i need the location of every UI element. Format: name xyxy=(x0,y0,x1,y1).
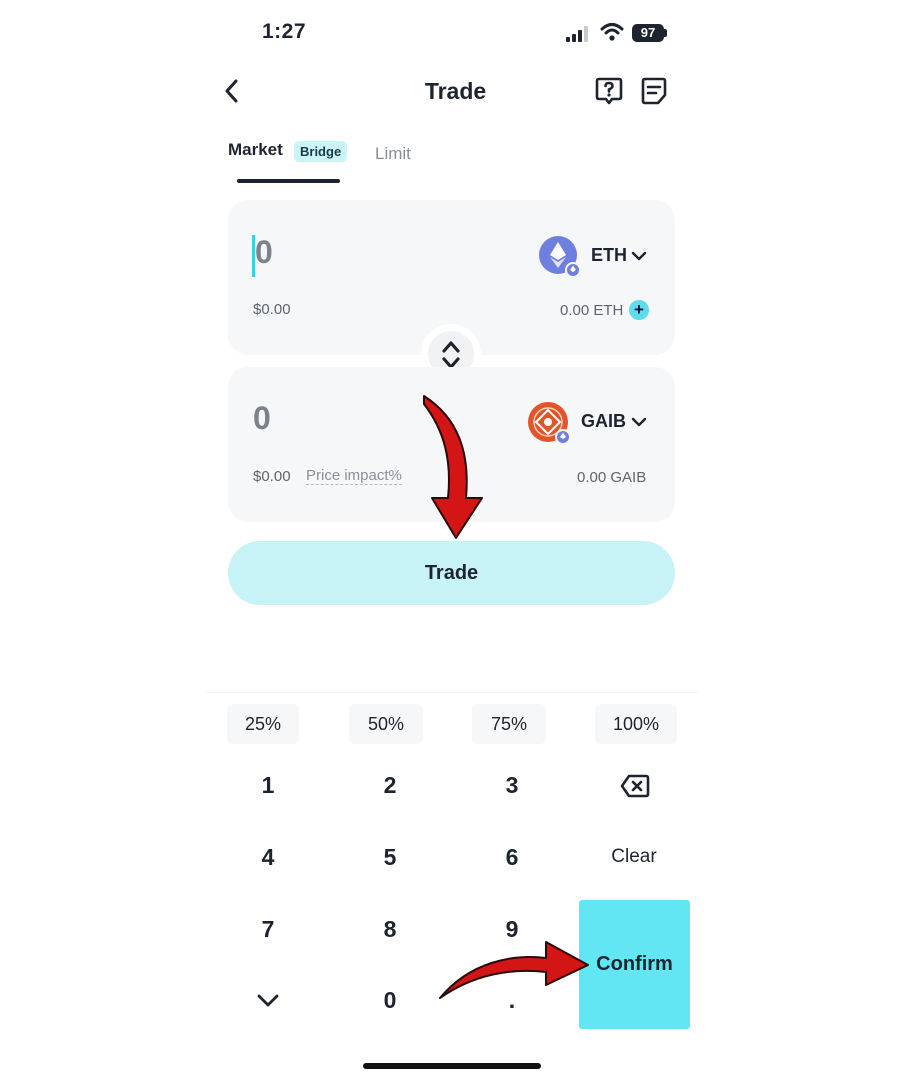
cellular-signal-icon xyxy=(566,26,588,42)
to-token-card xyxy=(228,367,675,522)
key-3[interactable]: 3 xyxy=(472,772,552,799)
key-7[interactable]: 7 xyxy=(228,916,308,943)
help-icon[interactable] xyxy=(594,76,624,106)
tab-market[interactable]: Market xyxy=(228,140,283,160)
key-0[interactable]: 0 xyxy=(350,987,430,1014)
chevron-down-icon[interactable] xyxy=(631,416,647,428)
eth-token-icon xyxy=(539,236,579,276)
key-1[interactable]: 1 xyxy=(228,772,308,799)
order-history-icon[interactable] xyxy=(640,76,668,106)
wifi-icon xyxy=(600,23,624,41)
keypad-divider xyxy=(206,692,698,693)
tab-limit[interactable]: Limit xyxy=(375,144,411,164)
from-amount-input[interactable]: 0 xyxy=(255,234,273,271)
trade-button[interactable]: Trade xyxy=(228,541,675,605)
annotation-arrows xyxy=(423,395,589,999)
hide-keypad-chevron-icon[interactable] xyxy=(256,992,280,1008)
key-8[interactable]: 8 xyxy=(350,916,430,943)
battery-nub xyxy=(664,29,667,37)
from-token-symbol[interactable]: ETH xyxy=(591,245,627,266)
key-5[interactable]: 5 xyxy=(350,844,430,871)
percent-25-button[interactable]: 25% xyxy=(227,704,299,744)
key-decimal[interactable]: . xyxy=(472,987,552,1014)
backspace-icon[interactable] xyxy=(620,774,650,798)
to-amount-output: 0 xyxy=(253,400,271,436)
battery-indicator: 97 xyxy=(632,24,664,42)
key-2[interactable]: 2 xyxy=(350,772,430,799)
percent-50-button[interactable]: 50% xyxy=(349,704,423,744)
to-usd-value: $0.00 xyxy=(253,468,291,485)
page-title: Trade xyxy=(424,78,487,104)
bridge-badge: Bridge xyxy=(294,141,348,162)
key-9[interactable]: 9 xyxy=(472,916,552,943)
status-time: 1:27 xyxy=(262,20,307,43)
percent-100-button[interactable]: 100% xyxy=(595,704,677,744)
home-indicator xyxy=(363,1063,541,1069)
to-token-symbol[interactable]: GAIB xyxy=(581,411,626,432)
chevron-down-icon[interactable] xyxy=(631,250,647,262)
gaib-token-icon xyxy=(528,402,570,444)
confirm-button[interactable]: Confirm xyxy=(579,900,690,1029)
percent-75-button[interactable]: 75% xyxy=(472,704,546,744)
clear-button[interactable]: Clear xyxy=(594,846,674,868)
active-tab-indicator xyxy=(237,179,340,183)
from-usd-value: $0.00 xyxy=(253,301,291,318)
add-funds-plus-icon[interactable]: + xyxy=(629,300,649,320)
to-token-balance: 0.00 GAIB xyxy=(577,469,647,486)
key-6[interactable]: 6 xyxy=(472,844,552,871)
from-token-balance: 0.00 ETH xyxy=(560,302,624,319)
price-impact-link[interactable]: Price impact% xyxy=(306,468,402,485)
key-4[interactable]: 4 xyxy=(228,844,308,871)
